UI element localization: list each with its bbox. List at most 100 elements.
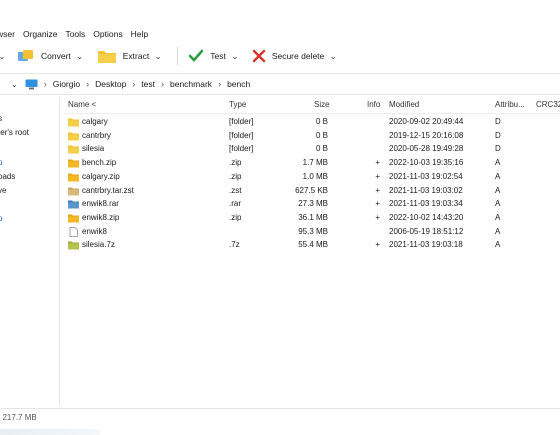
column-header-modified[interactable]: Modified [389, 100, 419, 113]
column-header-name[interactable]: Name < [68, 100, 96, 113]
breadcrumb-benchmark[interactable]: benchmark [170, 79, 212, 89]
secure-delete-button[interactable]: Secure delete [248, 45, 328, 67]
status-text: , 217.7 MB [0, 413, 37, 422]
cell-type: .7z [229, 240, 240, 250]
test-label: Test [210, 51, 226, 61]
cell-info: + [375, 240, 380, 250]
column-header-attributes[interactable]: Attribu... [495, 100, 525, 113]
menu-browser[interactable]: wser [0, 29, 15, 39]
sidebar-item[interactable]: o [0, 214, 2, 223]
check-icon [188, 49, 204, 62]
cell-modified: 2020-05-28 19:49:28 [389, 144, 464, 154]
cell-attrib: D [495, 117, 501, 126]
cell-name: enwik8.zip [82, 212, 120, 222]
computer-icon[interactable] [25, 79, 38, 90]
history-chevron-down-icon[interactable]: ⌄ [11, 80, 18, 89]
menu-help[interactable]: Help [131, 29, 148, 39]
cell-attrib: A [495, 240, 501, 250]
cell-info: + [375, 185, 380, 195]
cell-size: 0 B [315, 144, 328, 154]
convert-icon [18, 50, 33, 61]
zst-archive-icon [68, 186, 79, 196]
cell-attrib: A [495, 185, 501, 195]
sidebar-item[interactable]: s [0, 114, 2, 123]
test-dropdown-chevron-icon[interactable]: ⌄ [230, 45, 240, 67]
cell-name: cantrbry [82, 130, 111, 140]
column-header-size[interactable]: Size [314, 100, 330, 113]
cell-modified: 2021-11-03 19:03:18 [389, 240, 463, 250]
table-row[interactable]: silesia.7z .7z 55.4 MB +2021-11-03 19:03:18… [64, 239, 560, 253]
rar-archive-icon [68, 199, 79, 209]
extract-button[interactable]: Extract [93, 45, 153, 67]
column-header-info[interactable]: Info [367, 100, 380, 113]
test-button[interactable]: Test [184, 45, 230, 67]
table-row[interactable]: enwik8.rar .rar 27.3 MB +2021-11-03 19:03:3… [64, 198, 560, 212]
column-header-crc32[interactable]: CRC32 [536, 100, 560, 113]
zip-archive-icon [68, 213, 79, 223]
cell-type: .zip [229, 212, 242, 222]
cell-type: .rar [229, 199, 241, 209]
breadcrumb-bench[interactable]: bench [227, 79, 250, 89]
cell-type: [folder] [229, 130, 254, 140]
toolbar: ⌄ Convert ⌄ Extract ⌄ Test ⌄ Secure dele… [0, 44, 560, 68]
cell-size: 0 B [315, 130, 328, 140]
extract-label: Extract [122, 51, 150, 61]
table-row[interactable]: bench.zip .zip 1.7 MB +2022-10-03 19:35:16 A [64, 157, 560, 171]
folder-icon [68, 117, 79, 127]
cell-type: .zip [229, 171, 242, 181]
convert-dropdown-chevron-icon[interactable]: ⌄ [75, 45, 85, 67]
menu-organize[interactable]: Organize [23, 29, 58, 39]
column-header-type[interactable]: Type [229, 100, 246, 113]
cell-name: silesia [82, 144, 105, 154]
cell-info: + [375, 212, 380, 222]
cell-attrib: A [495, 212, 501, 222]
secure-delete-label: Secure delete [271, 51, 325, 61]
extract-dropdown-chevron-icon[interactable]: ⌄ [153, 45, 163, 67]
cell-size: 36.1 MB [298, 212, 328, 222]
breadcrumb-desktop[interactable]: Desktop [95, 79, 126, 89]
cell-modified: 2006-05-19 18:51:12 [389, 226, 464, 236]
cell-size: 95.3 MB [298, 226, 328, 236]
breadcrumb-separator-icon: › [86, 79, 90, 89]
table-row[interactable]: calgary [folder] 0 B 2020-09-02 20:49:44 D [64, 116, 560, 130]
cell-name: enwik8 [82, 226, 107, 236]
table-row[interactable]: calgary.zip .zip 1.0 MB +2021-11-03 19:02:5… [64, 171, 560, 185]
header-divider [64, 113, 560, 114]
cell-name: cantrbry.tar.zst [82, 185, 134, 195]
cell-size: 55.4 MB [298, 240, 328, 250]
cell-info: + [375, 199, 380, 209]
breadcrumb-giorgio[interactable]: Giorgio [53, 79, 80, 89]
table-row[interactable]: cantrbry.tar.zst .zst 627.5 KB +2021-11-03 … [64, 185, 560, 199]
cell-attrib: A [495, 199, 501, 209]
table-row[interactable]: cantrbry [folder] 0 B 2019-12-15 20:16:08 D [64, 130, 560, 144]
cell-type: .zip [229, 158, 242, 168]
cell-name: enwik8.rar [82, 199, 119, 209]
cell-modified: 2019-12-15 20:16:08 [389, 130, 464, 140]
breadcrumb-separator-icon: › [43, 79, 47, 89]
breadcrumb-test[interactable]: test [141, 79, 155, 89]
menu-options[interactable]: Options [93, 29, 122, 39]
table-row[interactable]: silesia [folder] 0 B 2020-05-28 19:49:28 D [64, 143, 560, 157]
chevron-down-icon[interactable]: ⌄ [0, 45, 7, 67]
secure-delete-dropdown-chevron-icon[interactable]: ⌄ [328, 45, 338, 67]
cell-info: + [375, 158, 380, 168]
sidebar-item-selected[interactable]: p [0, 158, 2, 167]
convert-button[interactable]: Convert [13, 45, 75, 67]
breadcrumb-separator-icon: › [132, 79, 136, 89]
cell-type: [folder] [229, 117, 254, 126]
sidebar-item[interactable]: ter's root [0, 128, 29, 137]
sidebar-item[interactable]: oads [0, 172, 15, 181]
convert-label: Convert [41, 51, 71, 61]
cell-name: bench.zip [82, 158, 117, 168]
table-row[interactable]: enwik8 95.3 MB 2006-05-19 18:51:12 A [64, 226, 560, 240]
folder-icon [68, 144, 79, 154]
cell-size: 27.3 MB [298, 199, 328, 209]
toolbar-divider [177, 47, 179, 65]
table-row[interactable]: enwik8.zip .zip 36.1 MB +2022-10-02 14:43:2… [64, 212, 560, 226]
sidebar-item[interactable]: ve [0, 186, 6, 195]
cell-size: 627.5 KB [295, 185, 328, 195]
cell-attrib: A [495, 226, 501, 236]
cell-attrib: A [495, 158, 501, 168]
menu-tools[interactable]: Tools [65, 29, 85, 39]
cell-size: 0 B [315, 117, 328, 126]
